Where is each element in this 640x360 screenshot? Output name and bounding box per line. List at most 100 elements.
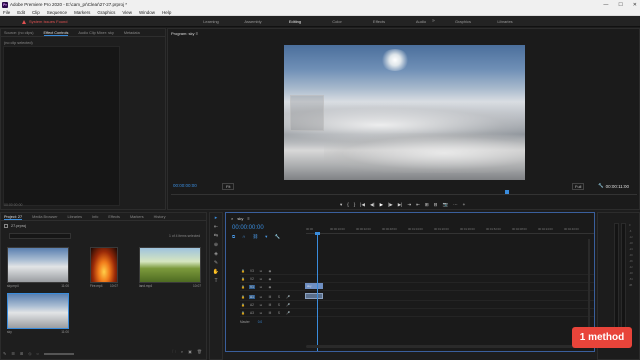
step-back-icon[interactable]: ◀| [370,202,375,208]
linked-selection-icon[interactable]: ⛓ [252,234,258,240]
pen-tool-icon[interactable]: ✎ [211,260,221,267]
go-to-in-icon[interactable]: |◀ [360,202,365,208]
safe-margins-icon[interactable]: ⊟ [434,202,438,208]
timeline-menu-icon[interactable]: ≡ [247,216,249,221]
workspace-tab-graphics[interactable]: Graphics [442,19,484,24]
tab-effects[interactable]: Effects [108,215,120,220]
slip-tool-icon[interactable]: ◈ [211,251,221,258]
microphone-icon[interactable]: 🎤 [285,303,291,307]
track-name[interactable]: A1 [249,295,255,299]
menu-window[interactable]: Window [139,10,155,15]
workspace-tab-editing[interactable]: Editing [274,19,316,24]
track-v2[interactable]: 🔒 V2 ⊟ ◉ [240,276,594,283]
type-tool-icon[interactable]: T [211,278,221,285]
list-view-icon[interactable]: ☰ [11,351,15,356]
program-playhead-handle[interactable] [505,190,509,194]
project-item[interactable]: Fire.mp4 10:07 [90,247,118,288]
microphone-icon[interactable]: 🎤 [285,295,291,299]
eye-icon[interactable]: ◉ [267,277,273,281]
minimize-button[interactable]: — [603,2,608,8]
project-search-input[interactable] [9,233,71,239]
add-marker-icon[interactable]: ▾ [265,234,267,240]
tab-info[interactable]: Info [92,215,98,220]
sync-lock-icon[interactable]: ⊟ [258,303,264,307]
lock-icon[interactable]: 🔒 [240,295,246,299]
close-button[interactable]: ✕ [633,2,637,8]
program-video-frame[interactable] [284,45,525,180]
razor-tool-icon[interactable]: ⊕ [211,242,221,249]
workspace-tab-effects[interactable]: Effects [358,19,400,24]
mark-in-icon[interactable]: { [347,202,349,208]
new-bin-icon[interactable]: 🗀 [172,349,176,356]
new-item-icon[interactable]: ▣ [188,349,192,356]
menu-sequence[interactable]: Sequence [47,10,67,15]
workspace-tab-audio[interactable]: Audio [400,19,442,24]
play-icon[interactable]: ▶ [380,202,383,208]
timeline-playhead-handle[interactable] [315,232,320,235]
step-forward-icon[interactable]: |▶ [388,202,393,208]
project-item[interactable]: sky.mp4 11:00 [7,247,69,288]
zoom-fit-select[interactable]: Fit [222,183,235,190]
thumbnail-zoom-slider[interactable] [43,352,74,355]
solo-toggle[interactable]: S [276,311,282,315]
compare-view-icon[interactable]: ⊞ [425,202,429,208]
zoom-out-icon[interactable]: ○ [36,351,38,356]
tab-markers[interactable]: Markers [130,215,144,220]
sync-lock-icon[interactable]: ⊟ [258,295,264,299]
lock-icon[interactable]: 🔒 [240,311,246,315]
track-name[interactable]: V3 [249,269,255,273]
track-a2[interactable]: 🔒 A2 ⊟ M S 🎤 [240,302,594,309]
track-name[interactable]: A3 [249,311,255,315]
timeline-horizontal-scrollbar[interactable] [306,345,588,348]
button-editor-icon[interactable]: + [463,202,466,208]
timeline-sequence-tab[interactable]: sky [237,216,243,221]
tab-libraries[interactable]: Libraries [67,215,82,220]
sync-lock-icon[interactable]: ⊟ [258,285,264,289]
wrench-icon[interactable]: 🔧 [598,183,604,189]
more-workspaces-icon[interactable]: » [432,18,435,24]
lock-icon[interactable]: 🔒 [240,285,246,289]
sync-lock-icon[interactable]: ⊟ [258,311,264,315]
timeline-settings-icon[interactable]: 🔧 [274,234,280,240]
find-icon[interactable]: ⌕ [181,349,183,356]
mute-toggle[interactable]: M [267,311,273,315]
menu-graphics[interactable]: Graphics [97,10,115,15]
tab-audio-clip-mixer[interactable]: Audio Clip Mixer: sky [78,31,113,36]
time-ruler[interactable]: 00:00 00:00:16:00 00:00:32:00 00:00:48:0… [306,226,594,234]
trash-icon[interactable]: 🗑 [197,349,202,356]
playhead-timecode[interactable]: 00:00:00:00 [173,183,197,188]
icon-view-icon[interactable]: ⊞ [20,351,23,356]
timeline-close-icon[interactable]: × [231,216,233,221]
mute-toggle[interactable]: M [267,303,273,307]
tab-media-browser[interactable]: Media Browser [32,215,57,220]
video-clip[interactable]: sky [305,283,323,289]
microphone-icon[interactable]: 🎤 [285,311,291,315]
tab-effect-controls[interactable]: Effect Controls [43,31,69,36]
eye-icon[interactable]: ◉ [267,285,273,289]
workspace-tab-learning[interactable]: Learning [190,19,232,24]
program-menu-icon[interactable]: ≡ [196,31,198,36]
track-name[interactable]: A2 [249,303,255,307]
master-volume[interactable]: 0.0 [258,320,262,324]
track-a1[interactable]: 🔒 A1 ⊟ M S 🎤 [240,294,594,301]
menu-edit[interactable]: Edit [17,10,25,15]
project-item-selected[interactable]: sky 11:00 [7,293,69,334]
snap-icon[interactable]: ∩ [242,234,245,240]
selection-tool-icon[interactable]: ▸ [211,215,221,222]
eye-icon[interactable]: ◉ [267,269,273,273]
lock-icon[interactable]: 🔒 [240,269,246,273]
menu-clip[interactable]: Clip [32,10,40,15]
tab-source[interactable]: Source: (no clips) [4,31,34,36]
extract-icon[interactable]: ⇤ [416,202,420,208]
go-to-out-icon[interactable]: ▶| [398,202,403,208]
menu-markers[interactable]: Markers [74,10,90,15]
maximize-button[interactable]: ☐ [618,2,622,8]
timeline-playhead[interactable] [317,233,318,351]
pencil-icon[interactable]: ✎ [3,351,6,356]
menu-file[interactable]: File [3,10,10,15]
menu-view[interactable]: View [122,10,132,15]
track-a3[interactable]: 🔒 A3 ⊟ M S 🎤 [240,310,594,317]
tab-project[interactable]: Project: 27 [4,215,23,220]
track-name[interactable]: V1 [249,285,255,289]
export-frame-icon[interactable]: 📷 [442,202,448,208]
